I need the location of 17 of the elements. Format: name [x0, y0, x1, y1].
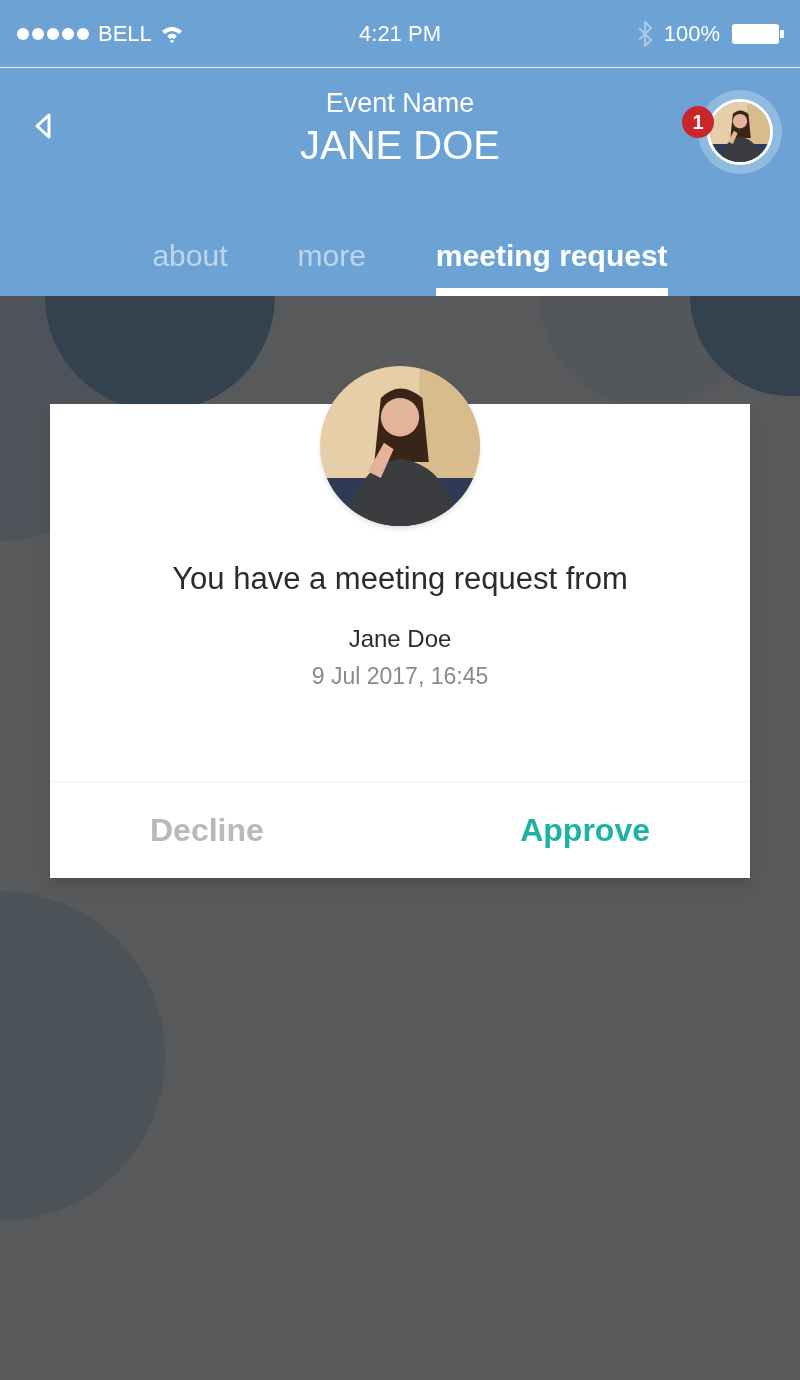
bluetooth-icon: [637, 20, 652, 47]
tab[interactable]: more: [297, 233, 366, 296]
status-time: 4:21 PM: [359, 20, 441, 48]
event-name: Event Name: [325, 87, 475, 120]
notification-badge: 1: [682, 106, 714, 138]
page-title: JANE DOE: [299, 122, 500, 169]
signal-icon: [16, 26, 90, 41]
tab[interactable]: about: [152, 233, 228, 296]
decline-button[interactable]: Decline: [150, 806, 264, 854]
request-datetime: 9 Jul 2017, 16:45: [311, 661, 489, 691]
approve-button[interactable]: Approve: [520, 806, 650, 854]
requester-name: Jane Doe: [348, 623, 452, 654]
battery-percent: 100%: [663, 20, 720, 48]
back-icon: [34, 112, 52, 140]
request-message: You have a meeting request from: [172, 560, 628, 598]
carrier-name: BELL: [98, 20, 152, 48]
battery-icon: [732, 23, 784, 44]
